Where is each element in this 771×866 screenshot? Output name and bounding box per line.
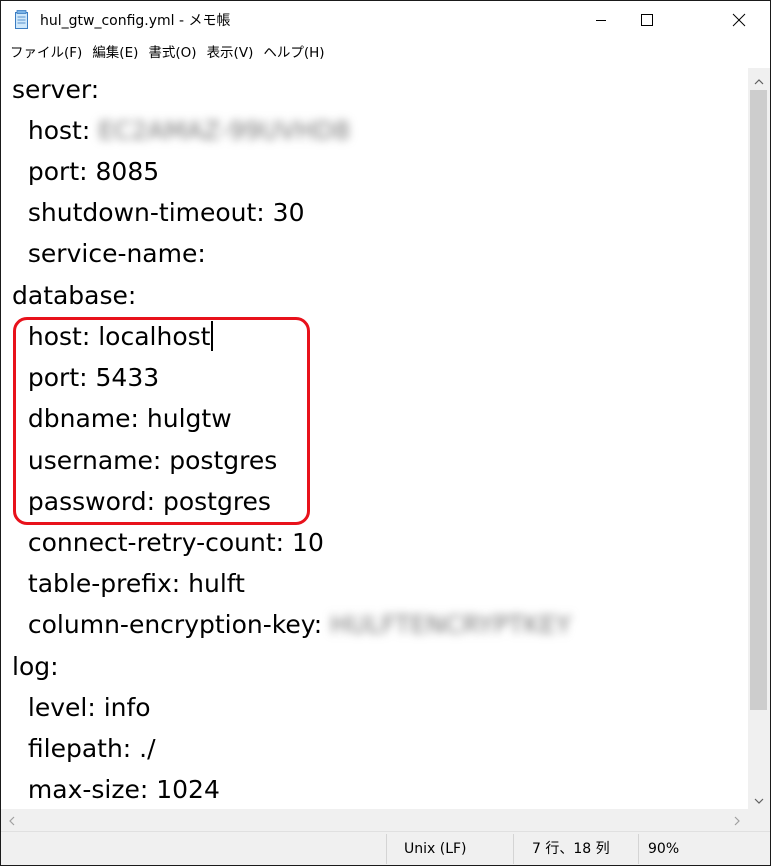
scroll-left-button[interactable] <box>1 809 23 831</box>
close-icon <box>732 13 746 27</box>
scroll-right-button[interactable] <box>726 809 748 831</box>
status-bar: Unix (LF) 7 行、18 列 90% <box>1 831 770 865</box>
minimize-button[interactable] <box>578 1 624 39</box>
horizontal-scrollbar[interactable] <box>1 809 748 831</box>
redacted-server-host: EC2AMAZ-99UVHD8 <box>98 116 351 145</box>
scroll-up-button[interactable] <box>748 68 770 90</box>
editor-line: table-prefix: hulft <box>12 569 245 598</box>
menu-bar: ファイル(F) 編集(E) 書式(O) 表示(V) ヘルプ(H) <box>1 39 770 68</box>
editor-line: shutdown-timeout: 30 <box>12 198 305 227</box>
status-cursor-position: 7 行、18 列 <box>532 841 610 857</box>
minimize-icon <box>595 14 607 26</box>
menu-view[interactable]: 表示(V) <box>202 39 259 68</box>
redacted-encryption-key: HULFTENCRYPTKEY <box>330 610 572 639</box>
editor-line: column-encryption-key: HULFTENCRYPTKEY <box>12 610 572 639</box>
vertical-scroll-thumb[interactable] <box>750 90 767 710</box>
editor-line: level: info <box>12 693 151 722</box>
editor-line: connect-retry-count: 10 <box>12 528 324 557</box>
vertical-scrollbar[interactable] <box>748 68 770 809</box>
status-divider <box>513 834 514 864</box>
status-divider <box>386 834 387 864</box>
editor-line: log: <box>12 652 59 681</box>
notepad-icon <box>14 10 30 30</box>
editor-line: max-size: 1024 <box>12 775 220 804</box>
menu-format[interactable]: 書式(O) <box>143 39 201 68</box>
chevron-right-icon <box>734 811 740 830</box>
title-bar: hul_gtw_config.yml - メモ帳 <box>1 1 770 39</box>
status-divider <box>638 834 639 864</box>
maximize-icon <box>640 13 654 27</box>
text-editor-area[interactable]: server: host: EC2AMAZ-99UVHD8 port: 8085… <box>1 68 748 809</box>
chevron-left-icon <box>9 811 15 830</box>
status-line-ending: Unix (LF) <box>404 841 467 857</box>
menu-help[interactable]: ヘルプ(H) <box>258 39 329 68</box>
close-button[interactable] <box>716 1 762 39</box>
scroll-down-button[interactable] <box>748 787 770 809</box>
menu-edit[interactable]: 編集(E) <box>87 39 143 68</box>
menu-file[interactable]: ファイル(F) <box>5 39 87 68</box>
editor-line: filepath: ./ <box>12 734 156 763</box>
database-highlight-box <box>13 317 310 525</box>
editor-line: server: <box>12 75 100 104</box>
editor-line: port: 8085 <box>12 157 160 186</box>
maximize-button[interactable] <box>624 1 670 39</box>
status-zoom: 90% <box>648 841 680 857</box>
editor-line: service-name: <box>12 239 206 268</box>
scrollbar-corner <box>748 809 770 831</box>
window-title: hul_gtw_config.yml - メモ帳 <box>40 13 231 29</box>
chevron-up-icon <box>754 70 764 89</box>
chevron-down-icon <box>754 789 764 808</box>
notepad-window: hul_gtw_config.yml - メモ帳 ファイル(F) 編集(E) 書… <box>0 0 771 866</box>
editor-line: host: EC2AMAZ-99UVHD8 <box>12 116 351 145</box>
editor-line: database: <box>12 281 137 310</box>
